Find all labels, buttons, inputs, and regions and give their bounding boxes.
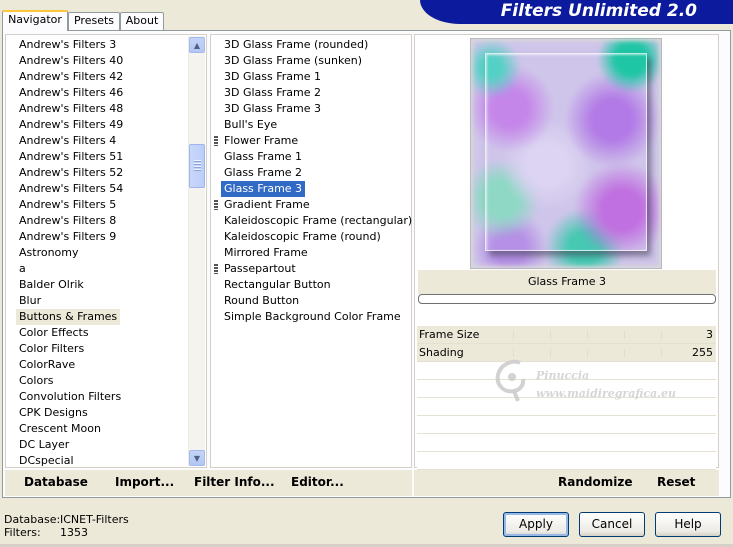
help-button[interactable]: Help bbox=[655, 512, 721, 537]
category-item[interactable]: Andrew's Filters 9 bbox=[16, 229, 119, 245]
category-item[interactable]: Crescent Moon bbox=[16, 421, 104, 437]
filter-item[interactable]: Gradient Frame bbox=[221, 197, 313, 213]
param-frame-size[interactable]: Frame Size 3 bbox=[417, 326, 716, 344]
category-item[interactable]: Andrew's Filters 4 bbox=[16, 133, 119, 149]
filter-item[interactable]: Simple Background Color Frame bbox=[221, 309, 404, 325]
status-database: Database:ICNET-Filters bbox=[4, 513, 129, 526]
status-filters: Filters: 1353 bbox=[4, 526, 88, 539]
category-item[interactable]: Astronomy bbox=[16, 245, 82, 261]
randomize-button[interactable]: Randomize bbox=[558, 475, 632, 489]
filter-item[interactable]: 3D Glass Frame 3 bbox=[221, 101, 324, 117]
filter-item[interactable]: Passepartout bbox=[221, 261, 299, 277]
category-item[interactable]: CPK Designs bbox=[16, 405, 91, 421]
cancel-button[interactable]: Cancel bbox=[579, 512, 645, 537]
status-database-value: ICNET-Filters bbox=[60, 513, 129, 526]
category-scrollbar[interactable]: ▲ ▼ bbox=[188, 36, 205, 466]
param-row-empty bbox=[417, 416, 716, 434]
category-item[interactable]: Andrew's Filters 46 bbox=[16, 85, 126, 101]
watermark-logo bbox=[495, 359, 526, 402]
filter-item[interactable]: Glass Frame 1 bbox=[221, 149, 305, 165]
category-item[interactable]: Andrew's Filters 52 bbox=[16, 165, 126, 181]
watermark-name: Pinuccia bbox=[536, 369, 590, 382]
title-bar: Filters Unlimited 2.0 bbox=[420, 0, 733, 24]
selected-filter-name: Glass Frame 3 bbox=[418, 270, 716, 294]
category-item[interactable]: ColorRave bbox=[16, 357, 78, 373]
watermark: Pinuccia www.maidiregrafica.eu bbox=[490, 357, 710, 407]
param-row-empty bbox=[417, 434, 716, 452]
tab-navigator[interactable]: Navigator bbox=[2, 10, 68, 31]
filter-item[interactable]: Flower Frame bbox=[221, 133, 301, 149]
window-title: Filters Unlimited 2.0 bbox=[500, 1, 697, 21]
glass-frame-preview bbox=[485, 53, 647, 251]
param-label: Shading bbox=[419, 346, 464, 359]
drag-grip-icon bbox=[214, 200, 218, 210]
category-item[interactable]: Andrew's Filters 48 bbox=[16, 101, 126, 117]
category-list[interactable]: Andrew's Filters 3 Andrew's Filters 40 And… bbox=[5, 34, 207, 468]
param-value: 3 bbox=[706, 328, 713, 341]
category-item[interactable]: Colors bbox=[16, 373, 56, 389]
import-button[interactable]: Import... bbox=[115, 475, 174, 489]
watermark-url: www.maidiregrafica.eu bbox=[536, 387, 677, 400]
filter-item[interactable]: 3D Glass Frame (sunken) bbox=[221, 53, 365, 69]
database-button[interactable]: Database bbox=[24, 475, 88, 489]
drag-grip-icon bbox=[214, 136, 218, 146]
tab-presets[interactable]: Presets bbox=[68, 12, 120, 30]
category-item[interactable]: Andrew's Filters 42 bbox=[16, 69, 126, 85]
apply-button[interactable]: Apply bbox=[503, 512, 569, 537]
filter-item[interactable]: 3D Glass Frame 1 bbox=[221, 69, 324, 85]
category-item[interactable]: a bbox=[16, 261, 29, 277]
scroll-up-button[interactable]: ▲ bbox=[189, 37, 205, 53]
preview-image bbox=[470, 38, 662, 269]
category-item[interactable]: Andrew's Filters 51 bbox=[16, 149, 126, 165]
param-label: Frame Size bbox=[419, 328, 480, 341]
tab-about[interactable]: About bbox=[120, 12, 164, 30]
category-item[interactable]: Andrew's Filters 8 bbox=[16, 213, 119, 229]
category-item[interactable]: Color Effects bbox=[16, 325, 92, 341]
filter-item[interactable]: Kaleidoscopic Frame (round) bbox=[221, 229, 384, 245]
filter-list[interactable]: 3D Glass Frame (rounded) 3D Glass Frame (… bbox=[210, 34, 412, 468]
filter-item[interactable]: Round Button bbox=[221, 293, 302, 309]
filter-item[interactable]: Kaleidoscopic Frame (rectangular) bbox=[221, 213, 415, 229]
category-item[interactable]: Andrew's Filters 49 bbox=[16, 117, 126, 133]
category-item[interactable]: Convolution Filters bbox=[16, 389, 124, 405]
category-item[interactable]: Andrew's Filters 40 bbox=[16, 53, 126, 69]
filter-item[interactable]: Glass Frame 3 bbox=[221, 181, 306, 197]
category-item[interactable]: Andrew's Filters 54 bbox=[16, 181, 126, 197]
navigator-toolbar: Database Import... Filter Info... Editor… bbox=[5, 470, 412, 496]
param-row-empty bbox=[417, 452, 716, 470]
filter-item[interactable]: Glass Frame 2 bbox=[221, 165, 305, 181]
reset-button[interactable]: Reset bbox=[657, 475, 695, 489]
filter-item[interactable]: Rectangular Button bbox=[221, 277, 334, 293]
category-item[interactable]: Buttons & Frames bbox=[16, 309, 121, 325]
filter-item[interactable]: Bull's Eye bbox=[221, 117, 280, 133]
status-database-label: Database: bbox=[4, 513, 61, 526]
status-filters-value: 1353 bbox=[60, 526, 88, 539]
category-item[interactable]: Andrew's Filters 5 bbox=[16, 197, 119, 213]
filter-info-button[interactable]: Filter Info... bbox=[194, 475, 275, 489]
category-item[interactable]: Andrew's Filters 3 bbox=[16, 37, 119, 53]
category-item[interactable]: Balder Olrik bbox=[16, 277, 87, 293]
category-item[interactable]: DCspecial bbox=[16, 453, 77, 469]
filter-item[interactable]: 3D Glass Frame (rounded) bbox=[221, 37, 371, 53]
progress-bar bbox=[418, 294, 716, 304]
category-item[interactable]: Color Filters bbox=[16, 341, 87, 357]
preset-toolbar: Randomize Reset bbox=[414, 470, 719, 496]
status-filters-label: Filters: bbox=[4, 526, 41, 539]
editor-button[interactable]: Editor... bbox=[291, 475, 344, 489]
drag-grip-icon bbox=[214, 264, 218, 274]
category-item[interactable]: Blur bbox=[16, 293, 44, 309]
filter-item[interactable]: 3D Glass Frame 2 bbox=[221, 85, 324, 101]
scroll-down-button[interactable]: ▼ bbox=[189, 450, 205, 466]
scroll-thumb[interactable] bbox=[189, 144, 205, 188]
category-item[interactable]: DC Layer bbox=[16, 437, 72, 453]
filter-item[interactable]: Mirrored Frame bbox=[221, 245, 311, 261]
